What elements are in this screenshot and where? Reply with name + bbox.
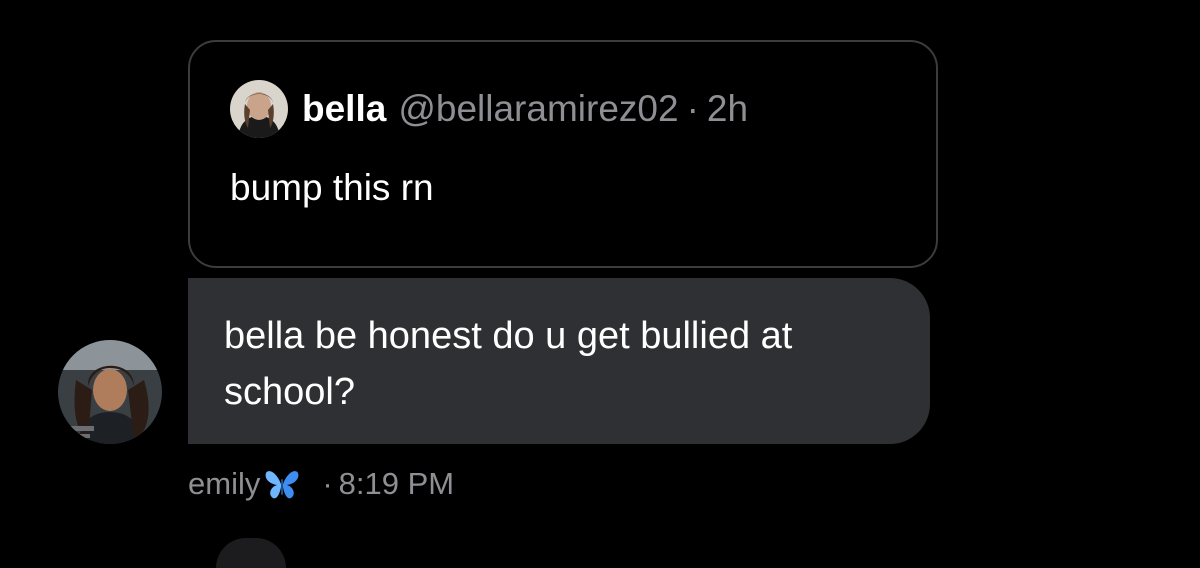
next-message-edge xyxy=(216,538,286,568)
message-bubble[interactable]: bella be honest do u get bullied at scho… xyxy=(188,278,930,444)
quoted-tweet-handle[interactable]: @bellaramirez02 xyxy=(398,88,678,130)
sender-avatar[interactable] xyxy=(58,340,162,444)
quoted-tweet-time: 2h xyxy=(706,88,749,129)
meta-separator: · xyxy=(322,466,333,501)
quoted-tweet-separator: · xyxy=(686,88,699,129)
profile-photo-icon xyxy=(230,80,288,138)
quoted-tweet-header: bella @bellaramirez02 · 2h xyxy=(230,78,748,140)
message-meta: emily · 8:19 PM xyxy=(188,462,454,506)
quoted-tweet-display-name[interactable]: bella xyxy=(302,88,386,130)
profile-photo-icon xyxy=(58,340,162,444)
quoted-tweet-card[interactable]: bella @bellaramirez02 · 2h bump this rn xyxy=(188,40,938,268)
blue-butterfly-icon xyxy=(265,471,299,499)
message-text: bella be honest do u get bullied at scho… xyxy=(224,315,793,413)
quoted-tweet-text: bump this rn xyxy=(230,167,434,208)
message-timestamp: 8:19 PM xyxy=(338,466,455,501)
quoted-tweet-avatar[interactable] xyxy=(230,80,288,138)
sender-name[interactable]: emily xyxy=(188,466,260,502)
